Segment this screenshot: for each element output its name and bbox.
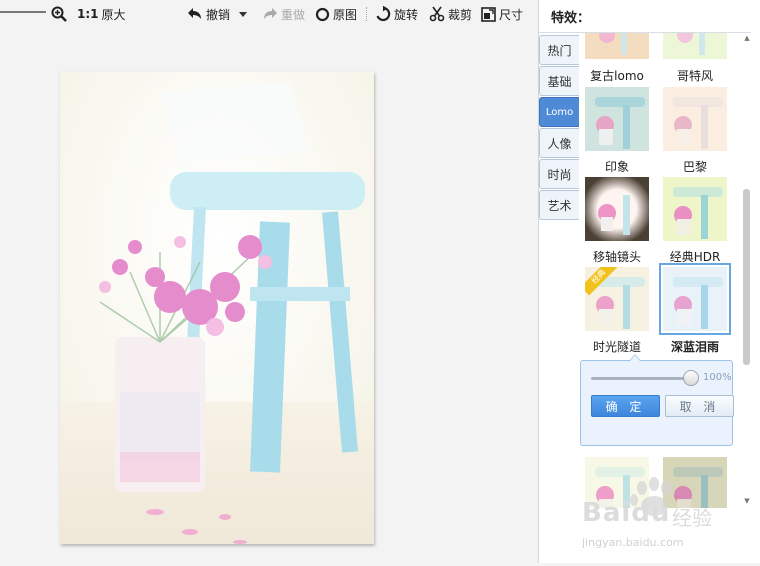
effect-label: 复古lomo: [590, 69, 644, 83]
tab-hot[interactable]: 热门: [539, 35, 579, 65]
rotate-button[interactable]: 旋转: [375, 5, 418, 23]
tab-fashion[interactable]: 时尚: [539, 159, 579, 189]
effect-label: 印象: [604, 160, 629, 174]
rotate-icon: [375, 6, 391, 22]
resize-button[interactable]: 尺寸: [481, 5, 523, 23]
effect-label: 经典HDR: [669, 250, 721, 264]
redo-button[interactable]: 重做: [262, 5, 305, 23]
effect-thumbnail[interactable]: [663, 87, 727, 151]
effect-thumbnail[interactable]: [663, 457, 727, 508]
effects-panel: 特效： 热门 基础 Lomo 人像 时尚 艺术 复古lomo 哥特风 印象 巴黎: [538, 0, 760, 563]
effect-thumbnail[interactable]: [663, 177, 727, 241]
effects-scrollbar[interactable]: ▲ ▼: [742, 34, 752, 508]
zoom-slider[interactable]: [0, 11, 46, 13]
crop-button[interactable]: 裁剪: [429, 5, 472, 23]
effect-preview-image: [585, 33, 649, 59]
tab-art[interactable]: 艺术: [539, 190, 579, 220]
crop-label: 裁剪: [448, 7, 473, 22]
actual-size-ratio: 1:1: [77, 7, 99, 21]
effect-thumbnail[interactable]: [585, 33, 649, 59]
effect-preview-image: [585, 177, 649, 241]
effect-label-selected: 深蓝泪雨: [670, 340, 719, 354]
effect-preview-image: [663, 87, 727, 151]
effect-preview-image: [585, 87, 649, 151]
effect-preview-image: [663, 33, 727, 59]
redo-label: 重做: [281, 7, 306, 22]
effect-thumbnail[interactable]: 经典: [585, 267, 649, 331]
effect-preview-image: [663, 457, 727, 508]
effect-preview-image: [663, 267, 727, 331]
confirm-button[interactable]: 确 定: [591, 395, 660, 417]
original-label: 原图: [333, 7, 358, 22]
effect-thumbnail[interactable]: [585, 87, 649, 151]
actual-size-label: 原大: [101, 7, 126, 22]
resize-icon: [481, 6, 496, 22]
effect-label: 时光隧道: [592, 340, 641, 354]
effect-thumbnail[interactable]: [585, 457, 649, 508]
cancel-button[interactable]: 取 消: [665, 395, 734, 417]
scrollbar-thumb[interactable]: [743, 189, 750, 365]
effect-preview-image: [585, 457, 649, 508]
undo-history-dropdown[interactable]: [238, 5, 248, 23]
tab-portrait[interactable]: 人像: [539, 128, 579, 158]
intensity-slider-knob[interactable]: [683, 370, 699, 386]
resize-label: 尺寸: [499, 7, 524, 22]
zoom-in-icon: [51, 6, 67, 22]
effect-label: 哥特风: [676, 69, 713, 83]
scissors-icon: [429, 6, 445, 22]
tab-basic[interactable]: 基础: [539, 66, 579, 96]
edited-photo[interactable]: [60, 72, 374, 544]
undo-icon: [187, 6, 203, 22]
photo-image: [60, 72, 374, 544]
intensity-slider-track[interactable]: [591, 377, 691, 380]
chevron-down-icon: [238, 9, 248, 19]
effect-thumbnail-selected[interactable]: [659, 263, 731, 335]
original-circle-icon: [315, 7, 330, 22]
undo-button[interactable]: 撤销: [187, 5, 230, 23]
effect-label: 移轴镜头: [592, 250, 641, 264]
zoom-in-button[interactable]: [51, 5, 67, 23]
toolbar-divider: [366, 7, 367, 21]
tab-lomo[interactable]: Lomo: [539, 97, 579, 127]
effect-thumbnail[interactable]: [663, 33, 727, 59]
rotate-label: 旋转: [394, 7, 419, 22]
effect-thumbnail[interactable]: [585, 177, 649, 241]
intensity-value: 100%: [703, 372, 732, 383]
undo-label: 撤销: [206, 7, 231, 22]
effect-label: 巴黎: [682, 160, 707, 174]
original-button[interactable]: 原图: [315, 5, 357, 23]
panel-title: 特效：: [551, 11, 591, 26]
scroll-up-icon[interactable]: ▲: [743, 34, 751, 42]
scroll-down-icon[interactable]: ▼: [743, 497, 751, 505]
effect-intensity-popup: 100% 确 定 取 消: [580, 354, 734, 446]
actual-size-button[interactable]: 1:1 原大: [77, 5, 126, 23]
toolbar: 1:1 原大 撤销 重做 原图 旋转 裁剪 尺寸: [0, 0, 538, 28]
effect-preview-image: [663, 177, 727, 241]
redo-icon: [262, 6, 278, 22]
